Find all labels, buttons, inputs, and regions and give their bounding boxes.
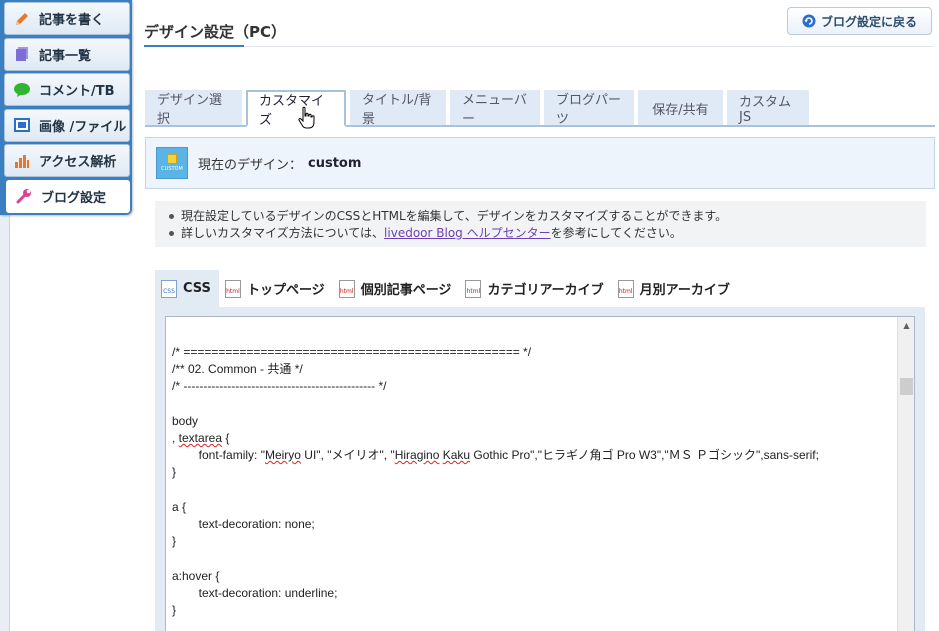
editor-panel: /* =====================================… bbox=[155, 307, 925, 631]
code-line: ​ bbox=[172, 550, 819, 567]
help-center-link[interactable]: livedoor Blog ヘルプセンター bbox=[384, 226, 551, 240]
sidebar-item-label: 記事一覧 bbox=[39, 48, 92, 64]
css-code-editor[interactable]: /* =====================================… bbox=[165, 316, 915, 631]
code-line: ​ bbox=[172, 482, 819, 499]
bar-chart-icon bbox=[13, 152, 31, 170]
code-line: a:hover { bbox=[172, 568, 220, 583]
code-token-misspelled: Meiryo bbox=[264, 448, 301, 463]
note-item: 現在設定しているデザインのCSSとHTMLを編集して、デザインをカスタマイズする… bbox=[167, 208, 926, 225]
code-token-misspelled: Kaku bbox=[442, 448, 471, 463]
code-token-misspelled: Hiragino bbox=[394, 448, 440, 463]
file-tab-label: CSS bbox=[183, 281, 211, 296]
pencil-icon bbox=[13, 10, 31, 28]
current-design-value: custom bbox=[308, 155, 362, 171]
tab-title-background[interactable]: タイトル/背景 bbox=[350, 90, 446, 127]
tab-menubar[interactable]: メニューバー bbox=[450, 90, 540, 127]
sidebar-item-label: 画像 /ファイル bbox=[39, 119, 127, 135]
file-tab-label: カテゴリアーカイブ bbox=[487, 283, 604, 298]
title-divider-accent bbox=[144, 45, 244, 47]
code-line: } bbox=[172, 534, 177, 549]
sidebar-item-label: ブログ設定 bbox=[41, 190, 107, 206]
code-line: /** 02. Common - 共通 */ bbox=[172, 362, 303, 377]
file-tab-label: 個別記事ページ bbox=[360, 283, 452, 298]
scroll-up-arrow-icon[interactable]: ▲ bbox=[898, 317, 914, 334]
note-text: を参考にしてください。 bbox=[550, 226, 682, 240]
title-divider bbox=[144, 46, 934, 47]
code-content[interactable]: /* =====================================… bbox=[172, 344, 819, 619]
code-token-misspelled: textarea bbox=[178, 431, 223, 446]
sidebar: 記事を書く 記事一覧 コメント/TB 画像 /ファイル アクセス解析 ブログ設定 bbox=[0, 0, 132, 631]
sidebar-menu: 記事を書く 記事一覧 コメント/TB 画像 /ファイル アクセス解析 ブログ設定 bbox=[0, 0, 132, 215]
file-tab-label: 月別アーカイブ bbox=[639, 283, 730, 298]
code-token: Gothic Pro","ヒラギノ角ゴ Pro W3","ＭＳ Ｐゴシック",s… bbox=[470, 448, 819, 463]
code-line: body bbox=[172, 413, 199, 428]
code-token: UI", "メイリオ", " bbox=[300, 448, 395, 463]
current-design-label: 現在のデザイン： bbox=[198, 157, 303, 173]
wrench-icon bbox=[15, 187, 33, 205]
file-tabs: CSS CSS html トップページ html 個別記事ページ html カテ… bbox=[155, 270, 925, 307]
code-token: , bbox=[172, 431, 179, 446]
tab-customize[interactable]: カスタマイズ bbox=[246, 90, 346, 128]
note-text: 現在設定しているデザインのCSSとHTMLを編集して、デザインをカスタマイズする… bbox=[181, 209, 728, 223]
tab-custom-js[interactable]: カスタムJS bbox=[727, 90, 809, 125]
refresh-arrow-icon bbox=[802, 14, 816, 28]
image-icon bbox=[13, 116, 31, 134]
html-file-icon: html bbox=[224, 279, 241, 298]
code-line: } bbox=[172, 465, 177, 480]
code-line: ​ bbox=[172, 396, 819, 413]
thumbnail-label: CUSTOM bbox=[161, 166, 183, 172]
code-line: } bbox=[172, 603, 177, 618]
document-list-icon bbox=[13, 45, 31, 63]
sidebar-item-comments[interactable]: コメント/TB bbox=[4, 73, 130, 106]
code-line: /* -------------------------------------… bbox=[172, 379, 387, 394]
current-design-panel: CUSTOM 現在のデザイン： custom bbox=[145, 137, 935, 189]
back-to-blog-settings-button[interactable]: ブログ設定に戻る bbox=[787, 7, 932, 35]
editor-scrollbar[interactable]: ▲ bbox=[897, 317, 914, 631]
tab-blog-parts[interactable]: ブログパーツ bbox=[544, 90, 634, 127]
html-file-icon: html bbox=[465, 279, 482, 298]
sidebar-item-images[interactable]: 画像 /ファイル bbox=[4, 108, 130, 142]
code-line: a { bbox=[172, 499, 187, 514]
page-title: デザイン設定（PC） bbox=[144, 23, 287, 41]
code-line: /* =====================================… bbox=[172, 345, 532, 359]
sidebar-item-write-post[interactable]: 記事を書く bbox=[4, 2, 130, 35]
code-token: font-family: " bbox=[172, 448, 265, 463]
code-line: , textarea { bbox=[172, 430, 819, 447]
css-file-icon: CSS bbox=[161, 279, 177, 298]
sidebar-item-label: 記事を書く bbox=[39, 13, 105, 28]
code-line: text-decoration: none; bbox=[172, 517, 315, 532]
scrollbar-thumb[interactable] bbox=[900, 378, 913, 395]
file-tab-article-page[interactable]: html 個別記事ページ bbox=[333, 270, 460, 307]
tab-save-share[interactable]: 保存/共有 bbox=[638, 90, 723, 125]
code-line: text-decoration: underline; bbox=[172, 585, 338, 600]
file-tab-top-page[interactable]: html トップページ bbox=[219, 270, 333, 307]
file-tab-category-archive[interactable]: html カテゴリアーカイブ bbox=[459, 270, 611, 307]
html-file-icon: html bbox=[617, 279, 634, 298]
sidebar-item-label: アクセス解析 bbox=[39, 155, 117, 170]
file-tab-label: トップページ bbox=[246, 283, 325, 298]
design-tabs: デザイン選択 カスタマイズ タイトル/背景 メニューバー ブログパーツ 保存/共… bbox=[145, 90, 935, 128]
note-item: 詳しいカスタマイズ方法については、livedoor Blog ヘルプセンターを参… bbox=[167, 225, 926, 242]
sidebar-item-post-list[interactable]: 記事一覧 bbox=[4, 37, 130, 71]
sidebar-item-blog-settings[interactable]: ブログ設定 bbox=[6, 179, 130, 213]
cube-icon bbox=[167, 154, 177, 164]
speech-bubble-icon bbox=[13, 81, 31, 99]
sidebar-item-label: コメント/TB bbox=[39, 84, 115, 99]
design-thumbnail: CUSTOM bbox=[156, 147, 188, 179]
note-text: 詳しいカスタマイズ方法については、 bbox=[181, 226, 385, 240]
html-file-icon: html bbox=[338, 279, 355, 298]
sidebar-item-analytics[interactable]: アクセス解析 bbox=[4, 144, 130, 177]
file-tab-monthly-archive[interactable]: html 月別アーカイブ bbox=[612, 270, 738, 307]
file-tab-css[interactable]: CSS CSS bbox=[155, 270, 219, 307]
tab-design-select[interactable]: デザイン選択 bbox=[145, 90, 242, 127]
code-token: { bbox=[222, 431, 230, 446]
code-line: font-family: "Meiryo UI", "メイリオ", "Hirag… bbox=[172, 447, 819, 464]
back-button-label: ブログ設定に戻る bbox=[820, 14, 917, 29]
info-notes: 現在設定しているデザインのCSSとHTMLを編集して、デザインをカスタマイズする… bbox=[155, 201, 926, 247]
